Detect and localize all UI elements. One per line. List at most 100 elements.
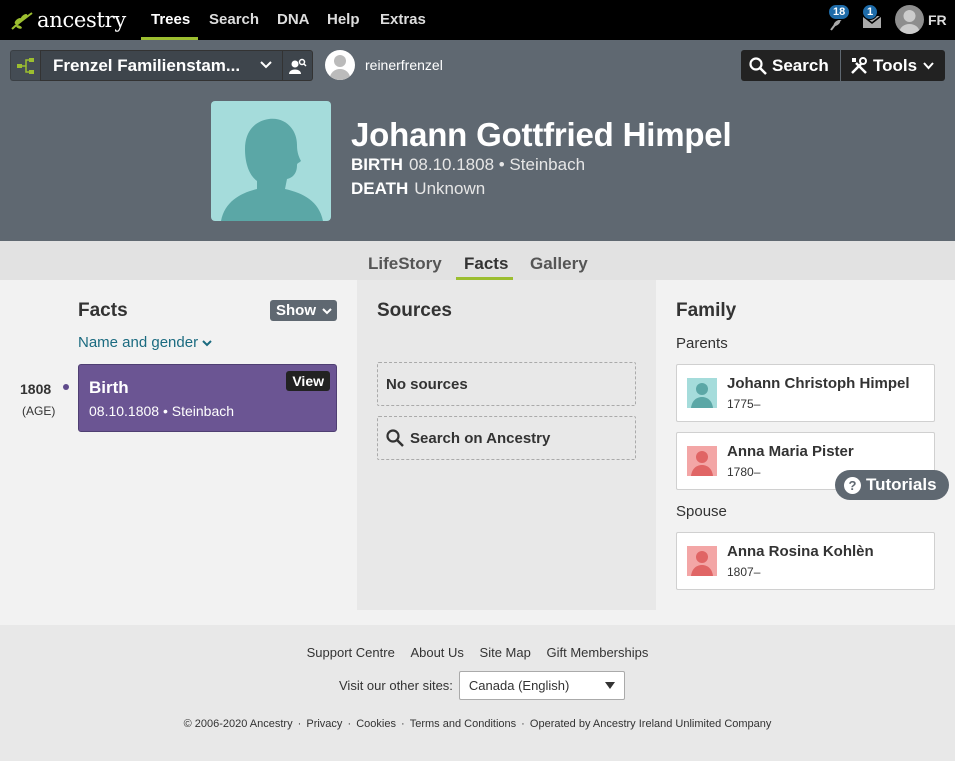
profile-tabs: LifeStory Facts Gallery (0, 241, 955, 280)
nav-dna[interactable]: DNA (277, 0, 310, 40)
spouse-heading: Spouse (676, 503, 727, 520)
search-on-ancestry-button[interactable]: Search on Ancestry (377, 416, 636, 460)
nav-help[interactable]: Help (327, 0, 360, 40)
user-initials[interactable]: FR (928, 0, 947, 40)
male-avatar-icon (687, 378, 717, 408)
tab-gallery[interactable]: Gallery (530, 254, 588, 274)
person-header: Frenzel Familienstam... reinerfrenzel Se… (0, 40, 955, 241)
find-person-button[interactable] (283, 50, 313, 81)
question-icon: ? (844, 476, 861, 494)
show-filter-button[interactable]: Show (270, 300, 337, 321)
tools-menu-button[interactable]: Tools (841, 50, 945, 81)
search-icon (386, 429, 404, 447)
birth-label: BIRTH (351, 155, 403, 174)
search-on-ancestry-label: Search on Ancestry (410, 429, 551, 447)
triangle-down-icon (604, 682, 615, 689)
female-avatar-icon (687, 546, 717, 576)
facts-title: Facts (78, 300, 128, 321)
chevron-down-icon (260, 61, 272, 69)
male-silhouette-icon (221, 118, 323, 221)
tree-name: Frenzel Familienstam... (53, 56, 241, 75)
family-column: Family Parents Johann Christoph Himpel 1… (656, 280, 955, 625)
page-footer: Support Centre About Us Site Map Gift Me… (0, 625, 955, 761)
family-member-years: 1775– (727, 397, 761, 411)
family-member-name: Anna Maria Pister (727, 443, 854, 460)
nav-search[interactable]: Search (209, 0, 259, 40)
other-sites-select[interactable]: Canada (English) (458, 671, 625, 700)
user-avatar-icon[interactable] (895, 5, 924, 34)
person-search-icon (288, 58, 307, 74)
name-and-gender-link[interactable]: Name and gender (78, 334, 212, 351)
family-member-name: Anna Rosina Kohlèn (727, 543, 874, 560)
timeline-dot (63, 384, 69, 390)
tab-lifestory[interactable]: LifeStory (368, 254, 442, 274)
profile-photo-placeholder[interactable] (211, 101, 331, 221)
no-sources-label: No sources (386, 375, 468, 393)
tools-icon (851, 56, 867, 74)
fact-age: (AGE) (22, 404, 56, 418)
tree-owner-username[interactable]: reinerfrenzel (365, 57, 443, 73)
family-member-years: 1807– (727, 565, 761, 579)
chevron-down-icon (202, 340, 212, 347)
tree-name-dropdown[interactable]: Frenzel Familienstam... (40, 50, 283, 81)
copyright-text: © 2006-2020 Ancestry (183, 718, 293, 730)
logo-text: ancestry (37, 8, 126, 32)
tree-view-button[interactable] (10, 50, 40, 81)
no-sources-box: No sources (377, 362, 636, 406)
tree-owner-avatar[interactable] (325, 50, 355, 80)
footer-link-gift[interactable]: Gift Memberships (546, 645, 648, 660)
hints-badge: 18 (828, 4, 851, 20)
tab-facts[interactable]: Facts (464, 254, 508, 274)
sources-column: Sources No sources Search on Ancestry (357, 280, 656, 610)
other-sites-value: Canada (English) (468, 678, 570, 693)
top-navigation: ancestry Trees Search DNA Help Extras 18… (0, 0, 955, 40)
tools-label: Tools (873, 55, 918, 75)
search-label: Search (772, 55, 829, 75)
footer-links: Support Centre About Us Site Map Gift Me… (0, 645, 955, 660)
view-fact-button[interactable]: View (286, 371, 330, 391)
death-label: DEATH (351, 179, 409, 198)
person-name: Johann Gottfried Himpel (351, 116, 732, 153)
name-gender-label: Name and gender (78, 334, 199, 351)
birth-summary: BIRTH 08.10.1808 • Steinbach (351, 155, 585, 175)
birth-fact-card[interactable]: Birth 08.10.1808 • Steinbach View (78, 364, 337, 432)
family-member-card[interactable]: Anna Rosina Kohlèn 1807– (676, 532, 935, 590)
death-summary: DEATH Unknown (351, 179, 485, 199)
footer-link-cookies[interactable]: Cookies (356, 718, 396, 730)
nav-trees[interactable]: Trees (151, 0, 190, 40)
family-member-card[interactable]: Johann Christoph Himpel 1775– (676, 364, 935, 422)
fact-title: Birth (89, 378, 129, 397)
family-member-years: 1780– (727, 465, 761, 479)
hints-button[interactable]: 18 (828, 4, 851, 39)
footer-link-support[interactable]: Support Centre (307, 645, 395, 660)
chevron-down-icon (322, 308, 332, 315)
ancestry-logo[interactable]: ancestry (10, 7, 126, 33)
fact-year: 1808 (20, 381, 52, 397)
footer-link-about[interactable]: About Us (410, 645, 463, 660)
messages-button[interactable]: 1 (862, 4, 882, 37)
parents-heading: Parents (676, 335, 728, 352)
tutorials-label: Tutorials (866, 475, 937, 494)
female-avatar-icon (687, 446, 717, 476)
footer-link-privacy[interactable]: Privacy (306, 718, 342, 730)
pedigree-icon (16, 57, 34, 74)
show-label: Show (276, 302, 316, 319)
search-icon (749, 56, 767, 75)
death-value: Unknown (414, 179, 486, 198)
birth-value: 08.10.1808 • Steinbach (408, 155, 586, 174)
nav-extras[interactable]: Extras (380, 0, 426, 40)
tree-selector-bar: Frenzel Familienstam... (10, 50, 313, 81)
footer-link-terms[interactable]: Terms and Conditions (410, 718, 516, 730)
messages-badge: 1 (862, 4, 879, 20)
facts-column: Facts Show Name and gender 1808 (AGE) Bi… (0, 280, 357, 610)
header-search-button[interactable]: Search (741, 50, 840, 81)
footer-operator: Operated by Ancestry Ireland Unlimited C… (529, 718, 772, 730)
fact-detail: 08.10.1808 • Steinbach (89, 403, 235, 419)
other-sites-label: Visit our other sites: (339, 678, 453, 693)
copyright-line: © 2006-2020 Ancestry · Privacy · Cookies… (183, 718, 772, 730)
chevron-down-icon (923, 61, 934, 69)
other-sites: Visit our other sites: Canada (English) (339, 671, 625, 700)
footer-link-sitemap[interactable]: Site Map (480, 645, 531, 660)
tutorials-button[interactable]: ? Tutorials (835, 470, 949, 500)
family-member-name: Johann Christoph Himpel (727, 375, 910, 392)
